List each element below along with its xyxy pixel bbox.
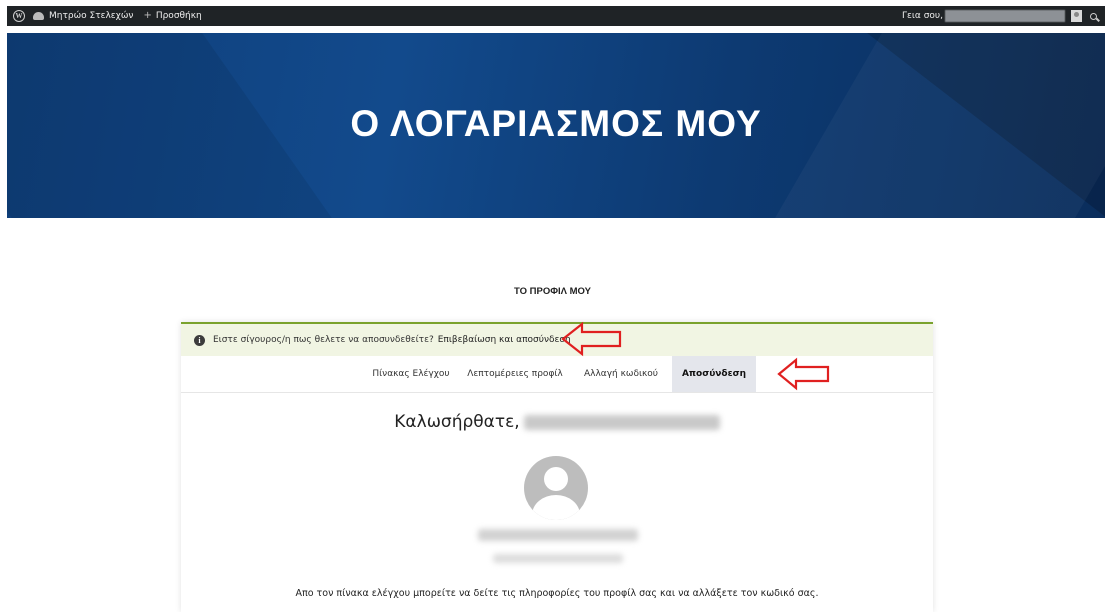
admin-bar-new[interactable]: + Προσθήκη <box>143 10 202 22</box>
admin-bar-site[interactable]: Μητρώο Στελεχών <box>33 11 133 21</box>
page-hero: Ο ΛΟΓΑΡΙΑΣΜΟΣ ΜΟΥ <box>7 33 1105 218</box>
dashboard-description: Απο τον πίνακα ελέγχου μπορείτε να δείτε… <box>295 588 819 599</box>
search-icon[interactable] <box>1090 12 1097 20</box>
tab-dashboard[interactable]: Πίνακας Ελέγχου <box>362 356 460 392</box>
annotation-arrow-logout-tab <box>777 357 830 391</box>
admin-avatar[interactable] <box>1071 10 1082 22</box>
new-label: Προσθήκη <box>155 11 202 21</box>
greeting[interactable]: Γεια σου, <box>902 11 943 21</box>
tab-logout[interactable]: Αποσύνδεση <box>672 356 756 392</box>
plus-icon: + <box>143 10 152 21</box>
info-icon: i <box>194 334 205 346</box>
wordpress-logo-icon[interactable]: W <box>13 10 25 22</box>
confirm-logout-link[interactable]: Επιβεβαίωση και αποσύνδεση <box>438 335 571 345</box>
welcome-text: Καλωσήρθατε, <box>394 412 520 432</box>
section-title: ΤΟ ΠΡΟΦΙΛ ΜΟΥ <box>513 286 592 297</box>
dashboard-icon <box>33 12 44 20</box>
notice-text: Ειστε σίγουρος/η πως θελετε να αποσυνδεθ… <box>213 335 434 345</box>
admin-bar: W Μητρώο Στελεχών + Προσθήκη Γεια σου, <box>7 6 1105 26</box>
page-title: Ο ΛΟΓΑΡΙΑΣΜΟΣ ΜΟΥ <box>350 103 762 144</box>
redacted-email <box>493 554 623 563</box>
welcome-heading: Καλωσήρθατε, <box>181 412 933 432</box>
redacted-fullname <box>478 529 638 541</box>
annotation-arrow-notice <box>561 321 622 357</box>
logout-notice: i Ειστε σίγουρος/η πως θελετε να αποσυνδ… <box>181 322 933 356</box>
tab-change-password[interactable]: Αλλαγή κωδικού <box>575 356 667 392</box>
redacted-name <box>523 414 720 430</box>
tab-profile-details[interactable]: Λεπτομέρειες προφίλ <box>463 356 567 392</box>
redacted-username <box>945 10 1065 22</box>
avatar <box>524 456 588 520</box>
site-name: Μητρώο Στελεχών <box>49 11 134 21</box>
